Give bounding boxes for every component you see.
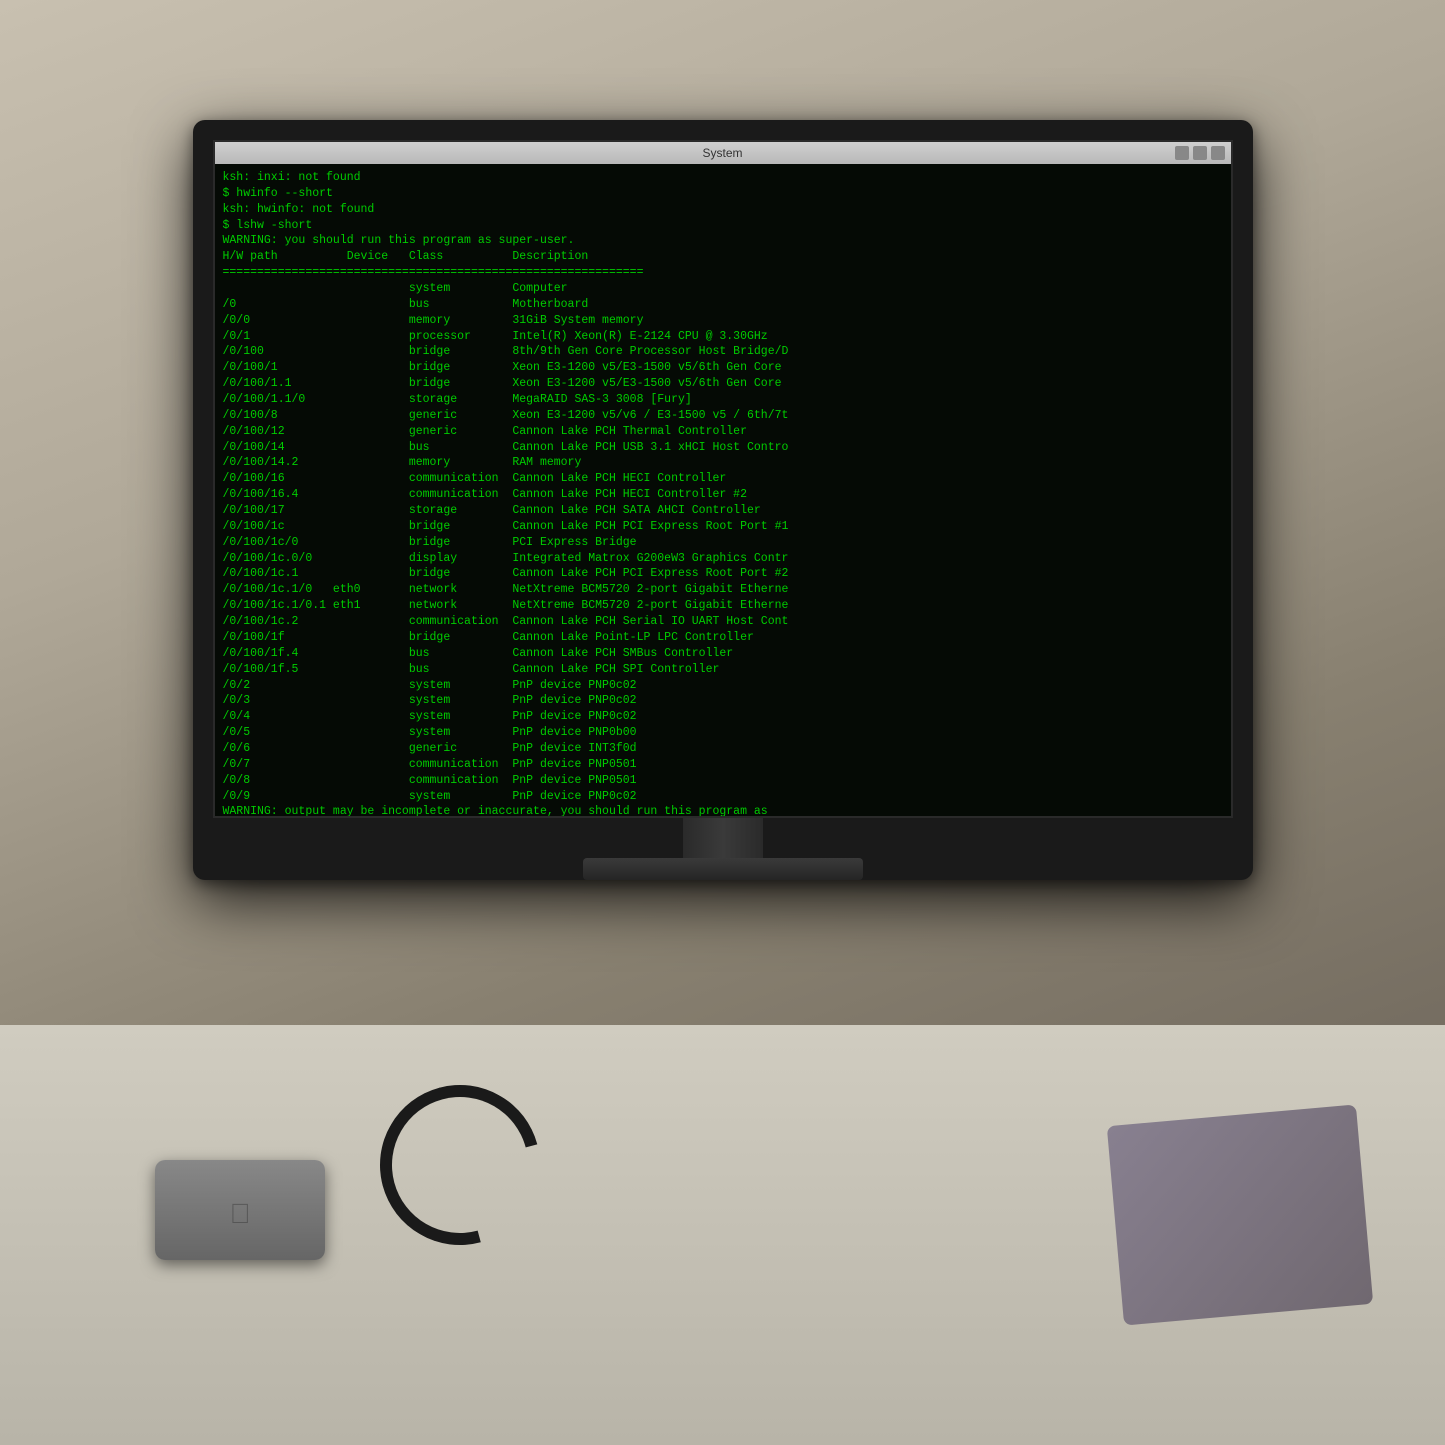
window-title: System — [702, 146, 742, 160]
close-button[interactable] — [1211, 146, 1225, 160]
terminal-output: ksh: inxi: not found $ hwinfo --short ks… — [223, 170, 1223, 816]
maximize-button[interactable] — [1193, 146, 1207, 160]
terminal-window[interactable]: ksh: inxi: not found $ hwinfo --short ks… — [215, 164, 1231, 816]
monitor: System ksh: inxi: not found $ hwinfo --s… — [193, 120, 1253, 880]
monitor-stand-neck — [683, 818, 763, 858]
monitor-stand-base — [583, 858, 863, 880]
mac-mini:  — [155, 1160, 325, 1260]
minimize-button[interactable] — [1175, 146, 1189, 160]
apple-logo-icon:  — [230, 1198, 251, 1230]
title-bar: System — [215, 142, 1231, 164]
window-controls — [1175, 146, 1225, 160]
desk-item-bag — [1107, 1104, 1373, 1325]
monitor-screen: System ksh: inxi: not found $ hwinfo --s… — [213, 140, 1233, 818]
